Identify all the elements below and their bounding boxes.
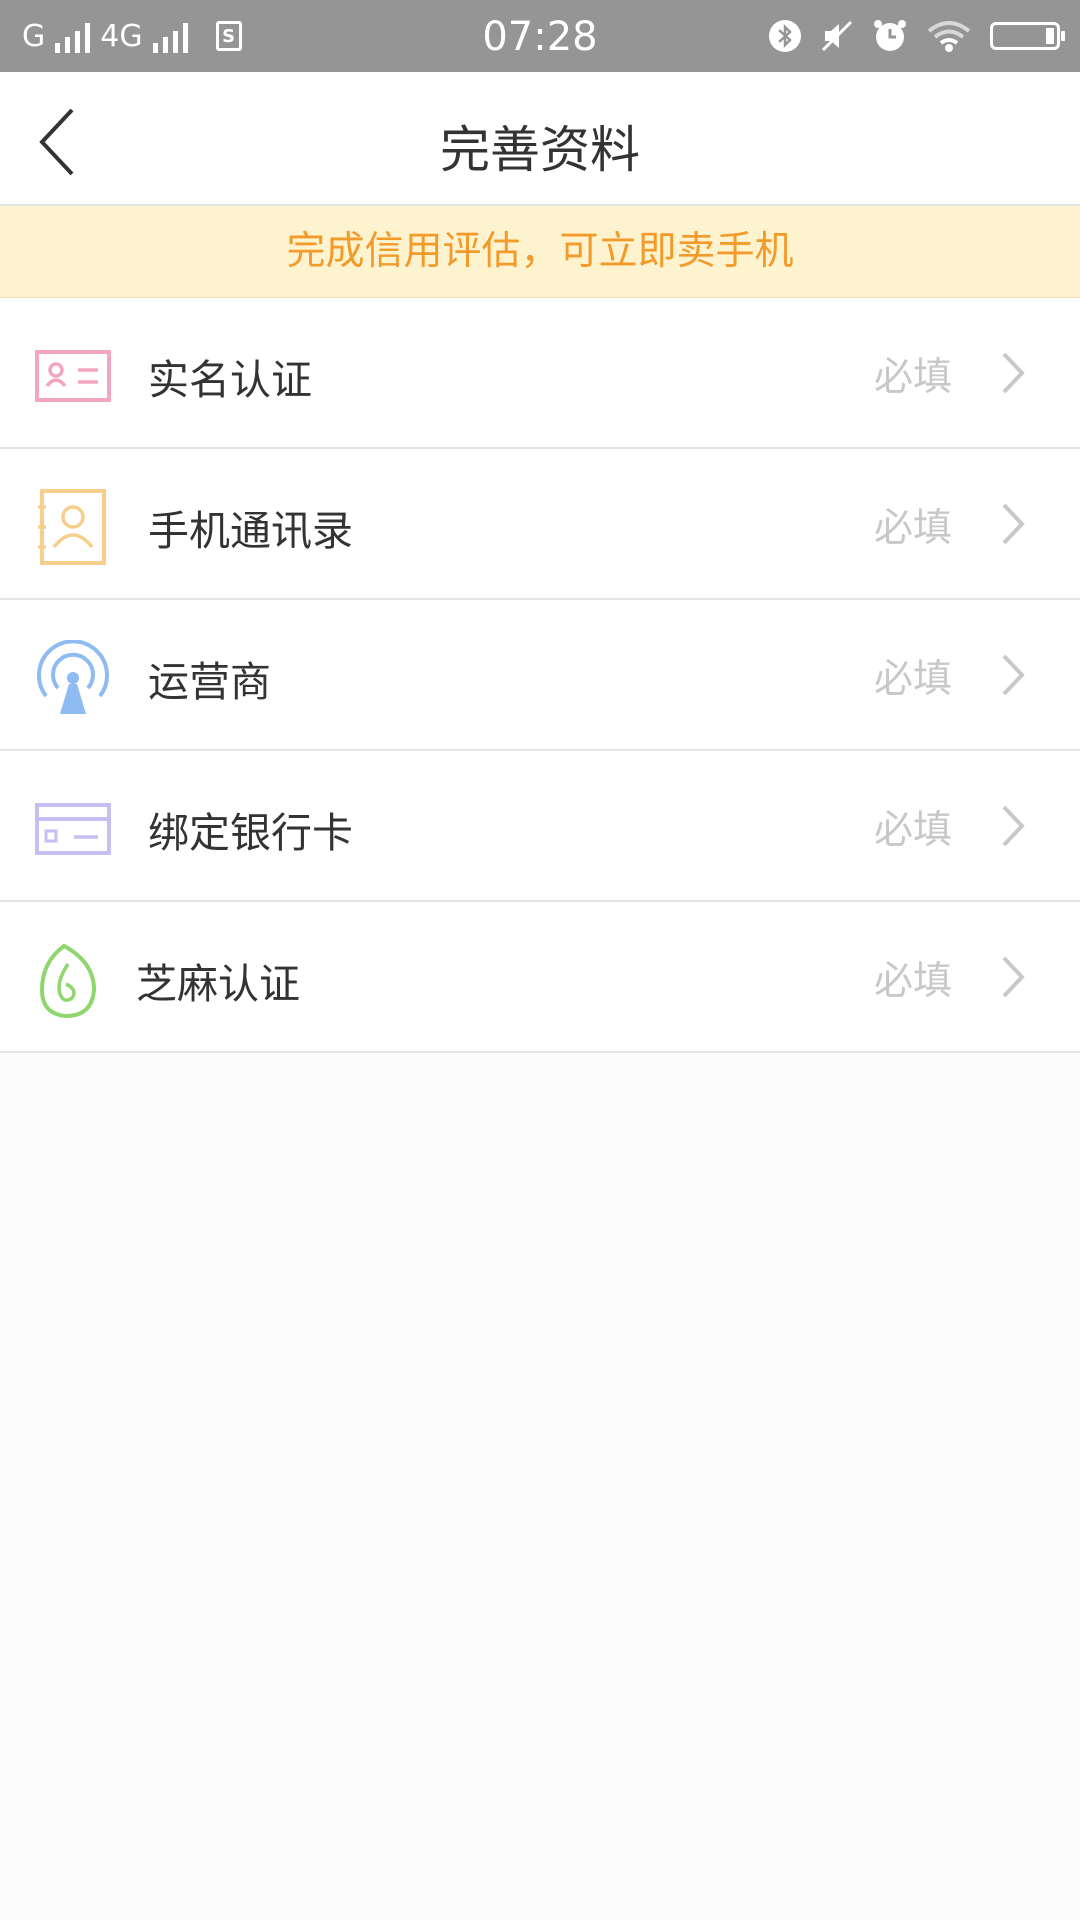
chevron-right-icon — [1002, 956, 1025, 998]
list-item-label: 绑定银行卡 — [148, 809, 353, 857]
header-bar: 完善资料 — [0, 72, 1080, 206]
list-item-label: 手机通讯录 — [148, 507, 353, 555]
notice-text: 完成信用评估，可立即卖手机 — [286, 229, 794, 274]
list-item-label: 芝麻认证 — [136, 960, 300, 1008]
wifi-icon — [927, 21, 971, 52]
bluetooth-icon — [769, 20, 801, 52]
contacts-book-icon — [38, 489, 106, 565]
status-bar-right — [768, 16, 1065, 56]
mute-icon — [821, 20, 853, 52]
required-hint: 必填 — [873, 355, 952, 400]
list-item-label: 实名认证 — [148, 356, 312, 404]
required-hint: 必填 — [873, 657, 952, 702]
verification-list: 实名认证 必填 手机通讯录 必填 运营商 必填 绑定银行卡 必填 芝麻认证 必填 — [0, 298, 1080, 1053]
id-card-icon — [35, 350, 111, 402]
required-hint: 必填 — [873, 808, 952, 853]
list-item-real-name[interactable]: 实名认证 必填 — [0, 298, 1080, 449]
status-bar: G 4G S 07:28 — [0, 0, 1080, 72]
chevron-right-icon — [1002, 352, 1025, 394]
list-item-contacts[interactable]: 手机通讯录 必填 — [0, 449, 1080, 600]
chevron-right-icon — [1002, 503, 1025, 545]
required-hint: 必填 — [873, 506, 952, 551]
bank-card-icon — [35, 803, 111, 855]
list-item-bank-card[interactable]: 绑定银行卡 必填 — [0, 751, 1080, 902]
chevron-right-icon — [1002, 805, 1025, 847]
battery-icon — [990, 22, 1065, 50]
page-title: 完善资料 — [440, 121, 640, 179]
alarm-icon — [874, 20, 906, 51]
required-hint: 必填 — [873, 959, 952, 1004]
signal-tower-icon — [37, 640, 109, 714]
list-item-sesame[interactable]: 芝麻认证 必填 — [0, 902, 1080, 1053]
list-item-label: 运营商 — [148, 658, 271, 706]
chevron-right-icon — [1002, 654, 1025, 696]
sesame-icon — [39, 943, 97, 1019]
list-item-carrier[interactable]: 运营商 必填 — [0, 600, 1080, 751]
notice-banner: 完成信用评估，可立即卖手机 — [0, 206, 1080, 298]
